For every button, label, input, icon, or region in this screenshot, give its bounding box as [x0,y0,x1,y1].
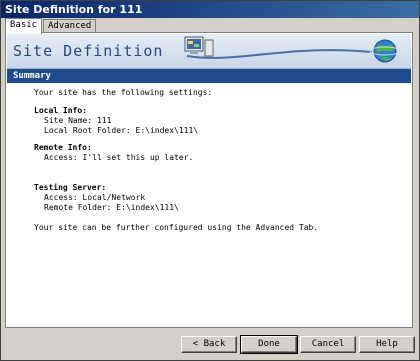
back-button[interactable]: < Back [181,336,237,353]
tab-basic[interactable]: Basic [5,18,43,34]
site-name-value: Site Name: 111 [44,116,112,125]
cancel-button[interactable]: Cancel [300,336,356,353]
site-definition-dialog: Site Definition for 111 Basic Advanced S… [0,0,420,361]
tab-advanced[interactable]: Advanced [43,19,97,33]
summary-header: Summary [7,69,411,83]
summary-intro: Your site has the following settings: [34,88,213,97]
banner: Site Definition [7,34,411,69]
testing-server-heading: Testing Server: [34,183,107,192]
summary-footer: Your site can be further configured usin… [34,223,319,232]
remote-info-heading: Remote Info: [34,143,92,152]
remote-access-value: Access: I'll set this up later. [44,153,194,162]
local-root-folder-value: Local Root Folder: E:\index\111\ [44,126,199,135]
done-button[interactable]: Done [240,335,298,354]
testing-remote-folder-value: Remote Folder: E:\index\111\ [44,203,179,212]
tab-advanced-label: Advanced [48,21,92,31]
local-info-heading: Local Info: [34,106,87,115]
tab-basic-label: Basic [10,20,38,30]
basic-panel: Site Definition Summary Your site has th… [5,32,413,328]
window-title: Site Definition for 111 [5,3,143,16]
testing-access-value: Access: Local/Network [44,193,146,202]
summary-header-label: Summary [13,71,51,81]
help-button[interactable]: Help [359,336,415,353]
summary-content: Your site has the following settings: Lo… [34,88,394,233]
computer-globe-icon [184,36,401,63]
title-bar[interactable]: Site Definition for 111 [1,1,419,18]
banner-title: Site Definition [13,42,164,60]
